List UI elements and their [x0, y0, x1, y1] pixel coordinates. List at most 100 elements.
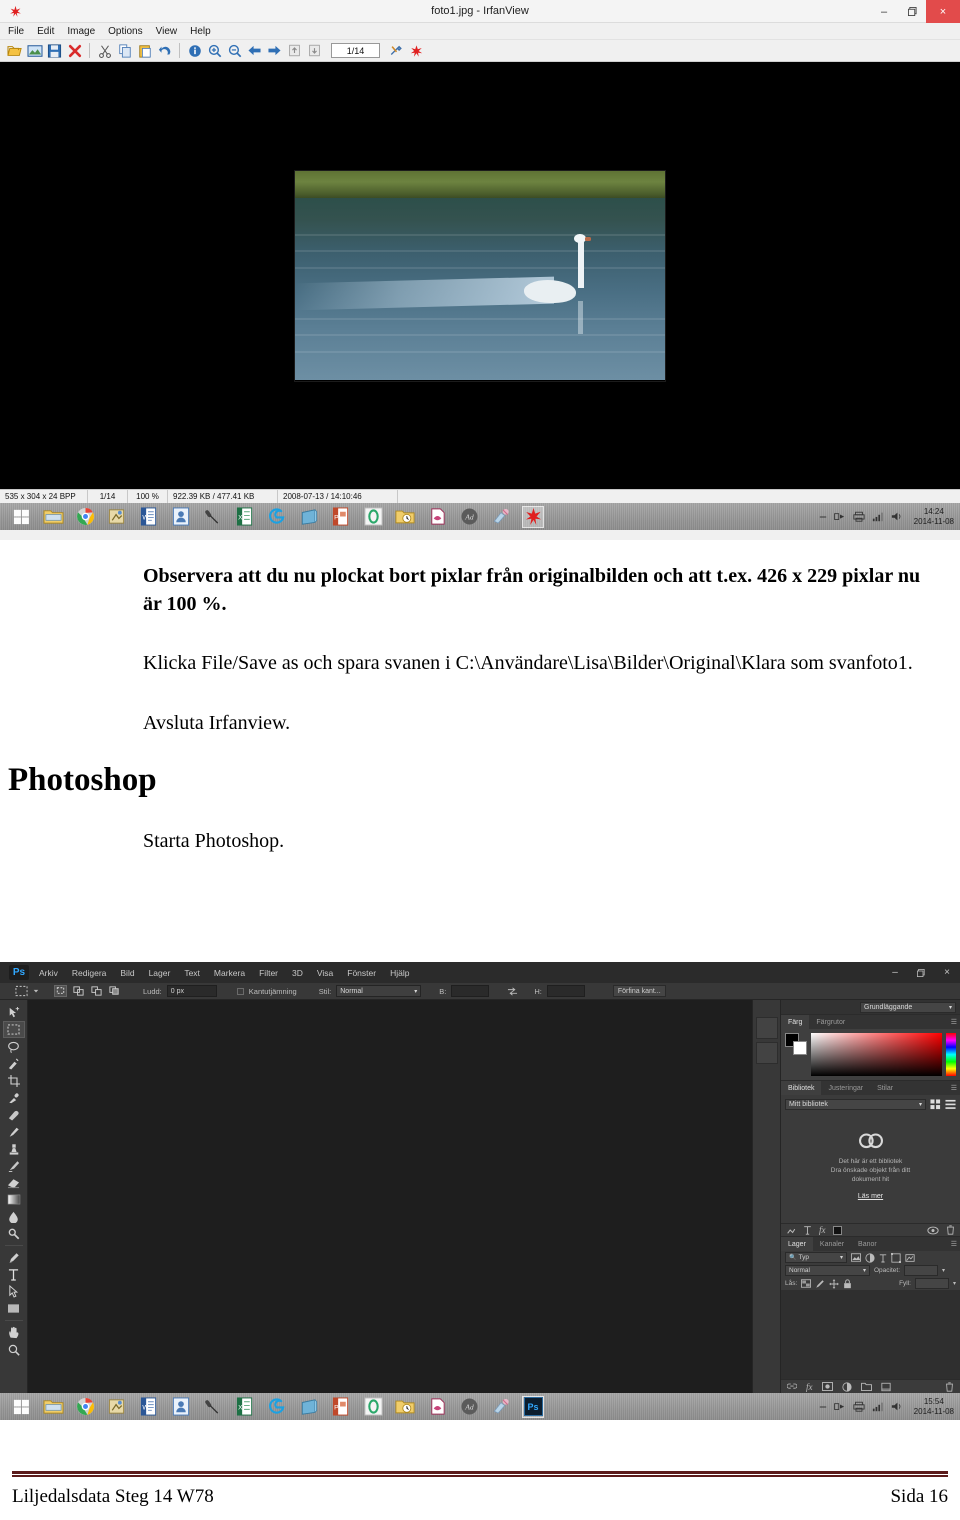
onenote-icon[interactable]	[298, 506, 320, 528]
panel-menu-icon[interactable]: ☰	[951, 1084, 957, 1092]
ps-minimize-button[interactable]: –	[882, 962, 908, 983]
type-filter-icon[interactable]	[879, 1253, 887, 1263]
page-counter[interactable]: 1/14	[331, 43, 380, 58]
acrobat-icon[interactable]: Ad	[458, 506, 480, 528]
irfanview-image-canvas[interactable]	[0, 62, 960, 489]
delete-icon[interactable]	[65, 41, 84, 60]
microphone-icon[interactable]	[202, 506, 224, 528]
opacity-input[interactable]	[904, 1265, 939, 1276]
outlook-contacts-icon[interactable]	[170, 1396, 192, 1418]
zoom-tool-icon[interactable]	[3, 1341, 25, 1358]
lock-position-icon[interactable]	[829, 1278, 839, 1289]
lasso-tool-icon[interactable]	[3, 1038, 25, 1055]
feather-input[interactable]: 0 px	[166, 985, 217, 997]
file-explorer-icon[interactable]	[42, 1396, 64, 1418]
printer-icon[interactable]	[853, 1401, 865, 1412]
powerpoint-icon[interactable]: P	[330, 1396, 352, 1418]
brush-tool-icon[interactable]	[3, 1123, 25, 1140]
taskbar-active-photoshop-icon[interactable]: Ps	[522, 1395, 544, 1418]
move-tool-icon[interactable]	[3, 1004, 25, 1021]
path-selection-tool-icon[interactable]	[3, 1283, 25, 1300]
menu-item-edit[interactable]: Edit	[37, 26, 54, 37]
adjustment-icon[interactable]	[841, 1381, 852, 1392]
visibility-icon[interactable]	[927, 1226, 939, 1235]
background-color-swatch[interactable]	[793, 1041, 807, 1055]
style-select[interactable]: Normal ▾	[336, 985, 422, 997]
lock-all-icon[interactable]	[843, 1278, 852, 1289]
first-icon[interactable]	[285, 41, 304, 60]
chrome-icon[interactable]	[74, 1396, 96, 1418]
rectangular-marquee-icon[interactable]	[15, 985, 28, 997]
add-selection-icon[interactable]	[72, 985, 85, 997]
internet-explorer-icon[interactable]	[266, 1396, 288, 1418]
library-learn-more-link[interactable]: Läs mer	[858, 1193, 883, 1200]
signal-icon[interactable]	[872, 1401, 884, 1412]
shape-filter-icon[interactable]	[891, 1252, 901, 1263]
layers-list[interactable]	[781, 1290, 960, 1379]
properties-panel-icon[interactable]	[755, 1042, 778, 1064]
library-select[interactable]: Mitt bibliotek ▾	[785, 1099, 926, 1110]
antialias-checkbox[interactable]	[236, 987, 244, 995]
mask-icon[interactable]	[821, 1382, 833, 1391]
rectangular-marquee-tool-icon[interactable]	[2, 1021, 25, 1038]
ps-menu-hjalp[interactable]: Hjälp	[390, 968, 409, 978]
windows-start-icon[interactable]	[10, 1396, 32, 1418]
ps-menu-bild[interactable]: Bild	[120, 968, 134, 978]
opera-icon[interactable]	[362, 506, 384, 528]
tab-kanaler[interactable]: Kanaler	[813, 1237, 851, 1251]
word-icon[interactable]: W	[138, 506, 160, 528]
file-explorer-icon[interactable]	[42, 506, 64, 528]
list-view-icon[interactable]	[945, 1099, 956, 1110]
layer-type-filter[interactable]: 🔍 Typ ▾	[785, 1252, 847, 1263]
fill-dropdown-icon[interactable]: ▾	[953, 1280, 956, 1287]
minimize-button[interactable]: –	[870, 0, 898, 23]
outlook-contacts-icon[interactable]	[170, 506, 192, 528]
lock-image-icon[interactable]	[815, 1279, 825, 1289]
onenote-icon[interactable]	[298, 1396, 320, 1418]
panel-menu-icon[interactable]: ☰	[951, 1240, 957, 1248]
dodge-tool-icon[interactable]	[3, 1225, 25, 1242]
zoom-in-icon[interactable]	[205, 41, 224, 60]
fx-icon[interactable]: fx	[819, 1225, 826, 1235]
ps-menu-3d[interactable]: 3D	[292, 968, 303, 978]
menu-item-view[interactable]: View	[156, 26, 178, 37]
lock-transparency-icon[interactable]	[801, 1279, 812, 1288]
expand-tray-icon[interactable]	[819, 1403, 827, 1411]
gradient-tool-icon[interactable]	[3, 1191, 25, 1208]
layer-color-swatch[interactable]	[832, 1225, 842, 1235]
chrome-icon[interactable]	[74, 506, 96, 528]
smart-object-filter-icon[interactable]	[905, 1253, 915, 1263]
settings-icon[interactable]	[387, 41, 406, 60]
quick-selection-tool-icon[interactable]	[3, 1055, 25, 1072]
painter-icon[interactable]	[490, 506, 512, 528]
ps-menu-markera[interactable]: Markera	[214, 968, 245, 978]
trash-icon[interactable]	[945, 1381, 954, 1392]
zoom-out-icon[interactable]	[225, 41, 244, 60]
last-icon[interactable]	[305, 41, 324, 60]
paint-shop-icon[interactable]	[106, 1396, 128, 1418]
delete-layer-icon[interactable]	[946, 1225, 955, 1235]
height-input[interactable]	[546, 985, 585, 997]
tab-banor[interactable]: Banor	[851, 1237, 884, 1251]
tab-fargrutor[interactable]: Färgrutor	[809, 1015, 852, 1029]
signal-icon[interactable]	[872, 511, 884, 522]
thumbnails-icon[interactable]	[25, 41, 44, 60]
new-selection-icon[interactable]	[54, 985, 67, 997]
printer-icon[interactable]	[853, 511, 865, 522]
close-button[interactable]: ×	[926, 0, 960, 23]
width-input[interactable]	[451, 985, 490, 997]
rectangle-tool-icon[interactable]	[3, 1300, 25, 1317]
hand-tool-icon[interactable]	[3, 1324, 25, 1341]
menu-item-help[interactable]: Help	[190, 26, 211, 37]
eyedropper-tool-icon[interactable]	[3, 1089, 25, 1106]
panel-menu-icon[interactable]: ☰	[951, 1018, 957, 1026]
ps-menu-arkiv[interactable]: Arkiv	[39, 968, 58, 978]
word-icon[interactable]: W	[138, 1396, 160, 1418]
tab-stilar[interactable]: Stilar	[870, 1081, 900, 1095]
color-swatches[interactable]	[785, 1033, 807, 1055]
internet-explorer-icon[interactable]	[266, 506, 288, 528]
ps-menu-redigera[interactable]: Redigera	[72, 968, 107, 978]
text-layer-icon[interactable]	[803, 1225, 812, 1235]
ps-maximize-button[interactable]	[908, 962, 934, 983]
undo-icon[interactable]	[155, 41, 174, 60]
